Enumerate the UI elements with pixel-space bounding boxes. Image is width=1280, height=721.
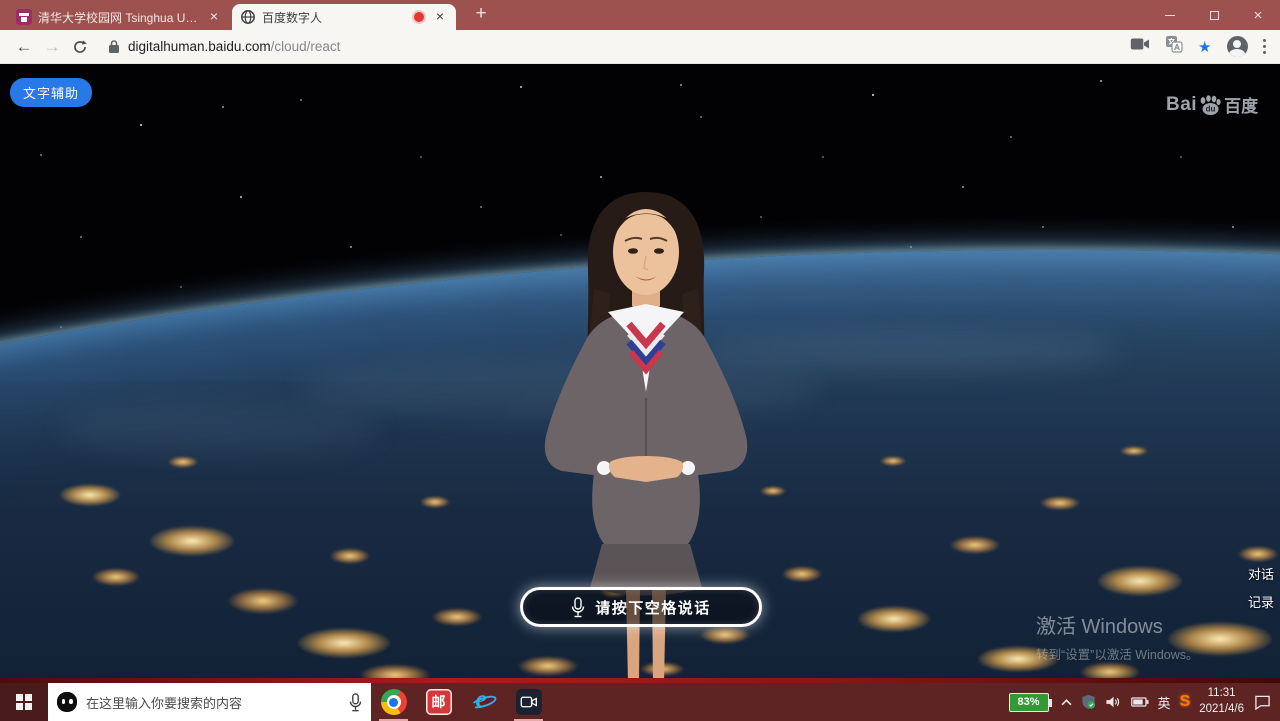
side-panel-tabs: 对话 记录 — [1248, 564, 1274, 611]
action-center-icon[interactable] — [1253, 694, 1272, 710]
volume-icon[interactable] — [1105, 695, 1122, 709]
cortana-icon — [57, 692, 77, 712]
tab-close-icon[interactable]: × — [432, 9, 448, 25]
tsinghua-favicon — [16, 9, 32, 25]
system-tray: 83% 英 S 11:31 2021/4/6 — [1009, 683, 1280, 721]
microphone-icon — [571, 597, 585, 618]
tab-digitalhuman[interactable]: 百度数字人 × — [232, 4, 456, 30]
push-to-talk-button[interactable]: 请按下空格说话 — [520, 587, 762, 627]
side-tab-dialog[interactable]: 对话 — [1248, 564, 1274, 583]
browser-toolbar: ← → digitalhuman.baidu.com/cloud/react ★ — [0, 30, 1280, 64]
taskbar-clock[interactable]: 11:31 2021/4/6 — [1199, 686, 1244, 717]
reload-icon[interactable] — [66, 38, 94, 56]
url-path: /cloud/react — [271, 39, 341, 54]
globe-favicon — [240, 9, 256, 25]
clock-date: 2021/4/6 — [1199, 702, 1244, 718]
haze — [60, 404, 380, 456]
city-lights — [92, 568, 140, 586]
taskbar-chrome-icon[interactable] — [371, 683, 416, 721]
city-lights — [228, 588, 298, 614]
search-placeholder: 在这里输入你要搜索的内容 — [86, 693, 340, 712]
mail-icon: 邮 — [426, 689, 452, 715]
windows-taskbar: 在这里输入你要搜索的内容 邮 e 83% 英 S 11:31 2021/4/6 — [0, 683, 1280, 721]
window-close-button[interactable]: × — [1236, 0, 1280, 30]
tab-title: 清华大学校园网 Tsinghua Univ — [38, 9, 200, 26]
city-lights — [298, 628, 390, 658]
tab-tsinghua[interactable]: 清华大学校园网 Tsinghua Univ × — [8, 4, 230, 30]
new-tab-button[interactable]: + — [466, 0, 496, 30]
city-lights — [432, 608, 482, 626]
address-bar[interactable]: digitalhuman.baidu.com/cloud/react — [128, 39, 340, 54]
ime-indicator[interactable]: 英 — [1158, 693, 1171, 712]
baidu-logo-bai: Bai — [1166, 94, 1197, 116]
taskbar-ie-icon[interactable]: e — [461, 683, 506, 721]
tab-close-icon[interactable]: × — [206, 9, 222, 25]
browser-menu-icon[interactable] — [1263, 39, 1267, 55]
page-viewport: 文字辅助 Bai du 百度 请按下空格说话 对话 记录 激活 Windows … — [0, 64, 1280, 683]
browser-tab-bar: 清华大学校园网 Tsinghua Univ × 百度数字人 × + × — [0, 0, 1280, 30]
bookmark-star-icon[interactable]: ★ — [1198, 38, 1211, 56]
tray-battery-icon[interactable] — [1131, 697, 1149, 707]
windows-logo-icon — [16, 694, 32, 710]
city-lights — [1120, 446, 1148, 456]
battery-percent-badge[interactable]: 83% — [1009, 693, 1049, 712]
window-controls: × — [1148, 0, 1280, 30]
city-lights — [60, 484, 120, 506]
stars — [0, 64, 2, 66]
tab-title: 百度数字人 — [262, 9, 408, 26]
window-minimize-button[interactable] — [1148, 0, 1192, 30]
city-lights — [880, 456, 906, 466]
city-lights — [858, 606, 930, 632]
taskbar-mail-icon[interactable]: 邮 — [416, 683, 461, 721]
chrome-icon — [381, 689, 407, 715]
recording-indicator — [414, 12, 424, 22]
search-mic-icon[interactable] — [349, 693, 362, 712]
defender-shield-icon[interactable] — [1081, 694, 1096, 710]
baidu-logo-cn: 百度 — [1224, 92, 1258, 117]
sogou-input-icon[interactable]: S — [1180, 693, 1191, 711]
city-lights — [150, 526, 234, 556]
text-assist-button[interactable]: 文字辅助 — [10, 78, 92, 107]
activate-windows-watermark: 激活 Windows 转到“设置”以激活 Windows。 — [1036, 610, 1199, 663]
internet-explorer-icon: e — [471, 689, 497, 715]
svg-text:du: du — [1206, 104, 1216, 113]
clock-time: 11:31 — [1199, 686, 1244, 702]
city-lights — [950, 536, 1000, 554]
city-lights — [420, 496, 450, 508]
city-lights — [168, 456, 198, 468]
city-lights — [1098, 566, 1182, 596]
taskbar-camera-icon[interactable] — [506, 683, 551, 721]
watermark-title: 激活 Windows — [1036, 610, 1199, 639]
screen: 清华大学校园网 Tsinghua Univ × 百度数字人 × + × ← → … — [0, 0, 1280, 721]
watermark-subtitle: 转到“设置”以激活 Windows。 — [1036, 644, 1199, 663]
forward-icon[interactable]: → — [38, 37, 66, 57]
camera-icon[interactable] — [1130, 37, 1150, 56]
taskbar-search-input[interactable]: 在这里输入你要搜索的内容 — [48, 683, 371, 721]
url-host: digitalhuman.baidu.com — [128, 39, 271, 54]
baidu-paw-icon: du — [1198, 93, 1222, 117]
window-maximize-button[interactable] — [1192, 0, 1236, 30]
push-to-talk-label: 请按下空格说话 — [595, 597, 711, 618]
lock-icon[interactable] — [108, 39, 120, 54]
profile-avatar-icon[interactable] — [1227, 36, 1248, 57]
back-icon[interactable]: ← — [10, 37, 38, 57]
stage-floor-strip — [0, 678, 1280, 683]
translate-icon[interactable] — [1165, 35, 1183, 58]
city-lights — [330, 548, 370, 564]
tray-chevron-up-icon[interactable] — [1061, 699, 1072, 706]
camera-app-icon — [516, 689, 542, 715]
city-lights — [1040, 496, 1080, 510]
start-button[interactable] — [0, 683, 48, 721]
city-lights — [1238, 546, 1278, 562]
baidu-logo: Bai du 百度 — [1166, 92, 1258, 117]
side-tab-record[interactable]: 记录 — [1248, 592, 1274, 611]
